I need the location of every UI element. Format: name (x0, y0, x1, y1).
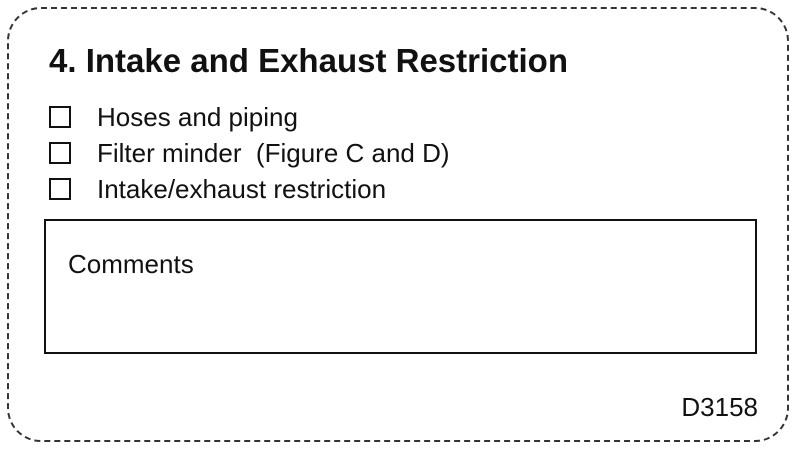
comments-field[interactable]: Comments (44, 219, 757, 354)
checklist-item-hoses-and-piping: Hoses and piping (49, 99, 450, 135)
checklist-item-intake-exhaust-restriction: Intake/exhaust restriction (49, 171, 450, 207)
checkbox-icon[interactable] (49, 142, 71, 164)
comments-label: Comments (68, 249, 194, 279)
checklist-item-label: Intake/exhaust restriction (97, 174, 387, 204)
checklist-item-label: Hoses and piping (97, 102, 298, 132)
section-title: 4. Intake and Exhaust Restriction (49, 42, 568, 79)
checkbox-icon[interactable] (49, 106, 71, 128)
checklist-item-label: Filter minder (Figure C and D) (97, 138, 450, 168)
checkbox-icon[interactable] (49, 178, 71, 200)
inspection-checklist: Hoses and piping Filter minder (Figure C… (49, 99, 450, 207)
document-code: D3158 (681, 392, 758, 422)
checklist-item-filter-minder: Filter minder (Figure C and D) (49, 135, 450, 171)
